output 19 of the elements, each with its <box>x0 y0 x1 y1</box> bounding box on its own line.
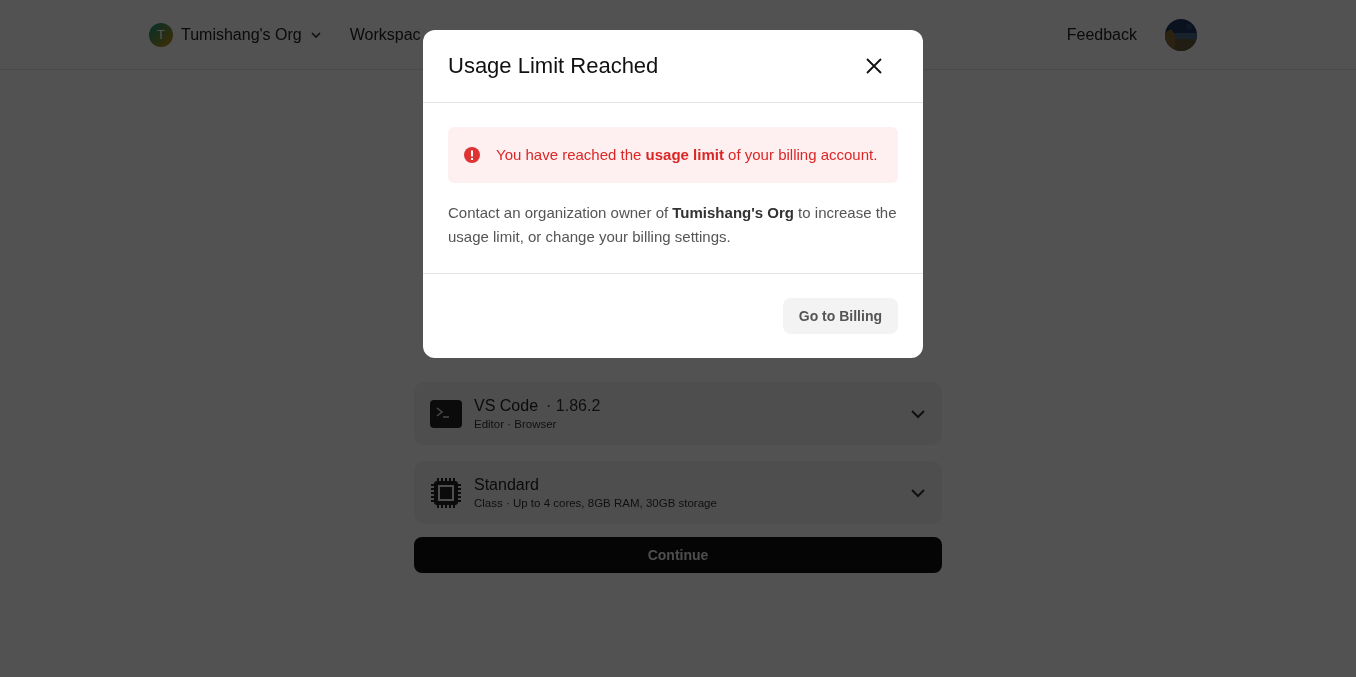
option-subtitle: Class · Up to 4 cores, 8GB RAM, 30GB storage <box>474 497 718 509</box>
option-title: Standard <box>474 476 539 494</box>
option-title: VS Code <box>474 397 539 415</box>
nav-link[interactable]: Workspac <box>349 25 421 44</box>
dialog-title: Usage Limit Reached <box>448 53 659 79</box>
terminal-icon <box>430 399 462 428</box>
feedback-link[interactable]: Feedback <box>1066 25 1137 44</box>
option-version: · 1.86.2 <box>546 397 601 415</box>
close-icon[interactable] <box>865 57 883 75</box>
go-to-billing-button[interactable]: Go to Billing <box>782 298 898 334</box>
option-card[interactable]: Standard Class · Up to 4 cores, 8GB RAM, 30GB storage <box>414 461 942 524</box>
continue-button[interactable]: Continue <box>414 537 942 573</box>
option-subtitle: Editor · Browser <box>474 418 558 430</box>
org-name[interactable]: Tumishang's Org <box>181 25 302 44</box>
alert-message: You have reached the usage limit of your billing account. <box>496 145 878 165</box>
dialog-message: Contact an organization owner of Tumishang's Org to increase the usage limit, or change your billing settings. <box>448 203 898 247</box>
error-icon <box>464 147 480 163</box>
cpu-icon <box>430 476 462 509</box>
option-card[interactable]: VS Code · 1.86.2 Editor · Browser <box>414 382 942 445</box>
